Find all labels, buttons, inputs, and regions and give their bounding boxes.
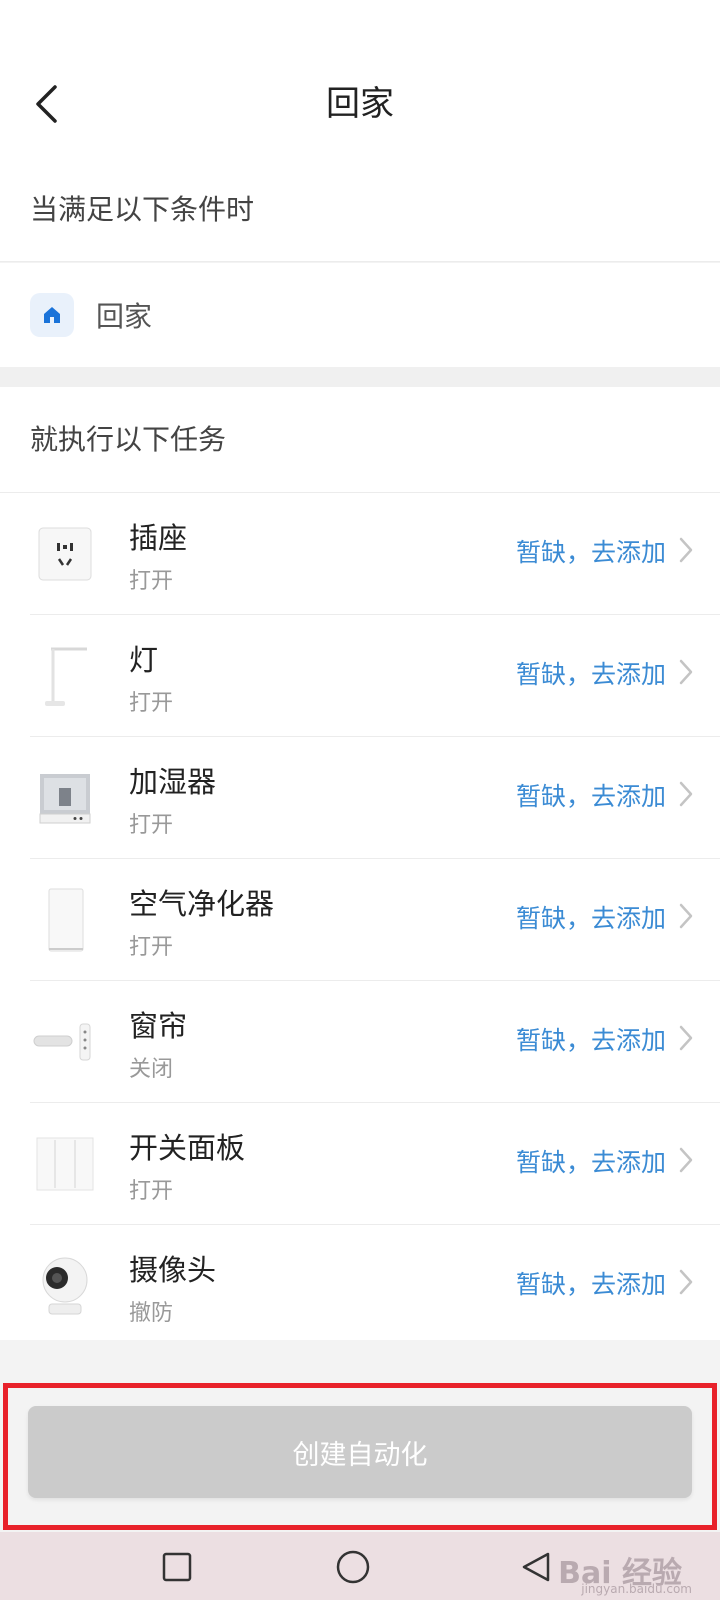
chevron-right-icon <box>679 781 693 807</box>
task-name: 插座 <box>129 521 188 555</box>
task-action: 关闭 <box>129 1057 174 1082</box>
task-action: 打开 <box>129 813 174 838</box>
tasks-section-title: 就执行以下任务 <box>0 387 720 493</box>
switch-panel-icon <box>30 1129 100 1199</box>
chevron-right-icon <box>679 1025 693 1051</box>
section-divider <box>0 367 720 387</box>
square-icon <box>162 1552 192 1582</box>
circle-icon <box>336 1550 370 1584</box>
conditions-section-title: 当满足以下条件时 <box>0 170 720 262</box>
header: 回家 <box>0 0 720 170</box>
camera-icon <box>30 1251 100 1321</box>
task-name: 加湿器 <box>129 765 217 799</box>
add-device-link[interactable]: 暂缺，去添加 <box>516 655 666 691</box>
curtain-icon <box>30 1007 100 1077</box>
chevron-right-icon <box>679 903 693 929</box>
task-row-humidifier[interactable]: 加湿器 打开 暂缺，去添加 <box>0 737 720 859</box>
task-action: 撤防 <box>129 1301 174 1326</box>
recent-apps-button[interactable] <box>152 1542 202 1592</box>
task-row-switch-panel[interactable]: 开关面板 打开 暂缺，去添加 <box>0 1103 720 1225</box>
task-action: 打开 <box>129 935 174 960</box>
add-device-link[interactable]: 暂缺，去添加 <box>516 899 666 935</box>
socket-icon <box>30 519 100 589</box>
automation-page: 回家 当满足以下条件时 回家 就执行以下任务 插座 打开 暂缺，去添加 灯 打开… <box>0 0 720 1600</box>
add-device-link[interactable]: 暂缺，去添加 <box>516 1265 666 1301</box>
add-device-link[interactable]: 暂缺，去添加 <box>516 1143 666 1179</box>
chevron-right-icon <box>679 1269 693 1295</box>
add-device-link[interactable]: 暂缺，去添加 <box>516 533 666 569</box>
task-row-air-purifier[interactable]: 空气净化器 打开 暂缺，去添加 <box>0 859 720 981</box>
chevron-right-icon <box>679 659 693 685</box>
condition-label: 回家 <box>96 300 153 333</box>
page-title: 回家 <box>326 84 394 124</box>
task-list: 插座 打开 暂缺，去添加 灯 打开 暂缺，去添加 加湿器 打开 暂缺，去添加 空… <box>0 493 720 1347</box>
home-icon <box>30 293 74 337</box>
task-row-socket[interactable]: 插座 打开 暂缺，去添加 <box>0 493 720 615</box>
humidifier-icon <box>30 763 100 833</box>
watermark-url: jingyan.baidu.com <box>581 1582 692 1596</box>
condition-item[interactable]: 回家 <box>0 263 720 367</box>
add-device-link[interactable]: 暂缺，去添加 <box>516 777 666 813</box>
create-automation-button[interactable]: 创建自动化 <box>28 1406 692 1498</box>
chevron-right-icon <box>679 537 693 563</box>
task-row-curtain[interactable]: 窗帘 关闭 暂缺，去添加 <box>0 981 720 1103</box>
lamp-icon <box>30 641 100 711</box>
add-device-link[interactable]: 暂缺，去添加 <box>516 1021 666 1057</box>
task-row-lamp[interactable]: 灯 打开 暂缺，去添加 <box>0 615 720 737</box>
chevron-right-icon <box>679 1147 693 1173</box>
task-name: 窗帘 <box>129 1009 188 1043</box>
task-action: 打开 <box>129 569 174 594</box>
task-name: 空气净化器 <box>129 887 275 921</box>
task-action: 打开 <box>129 1179 174 1204</box>
home-button[interactable] <box>328 1542 378 1592</box>
task-name: 灯 <box>129 643 159 677</box>
task-name: 开关面板 <box>129 1131 246 1165</box>
task-name: 摄像头 <box>129 1253 217 1287</box>
task-action: 打开 <box>129 691 174 716</box>
air-purifier-icon <box>30 885 100 955</box>
back-nav-button[interactable] <box>512 1542 562 1592</box>
triangle-back-icon <box>522 1552 550 1582</box>
task-row-camera[interactable]: 摄像头 撤防 暂缺，去添加 <box>0 1225 720 1347</box>
